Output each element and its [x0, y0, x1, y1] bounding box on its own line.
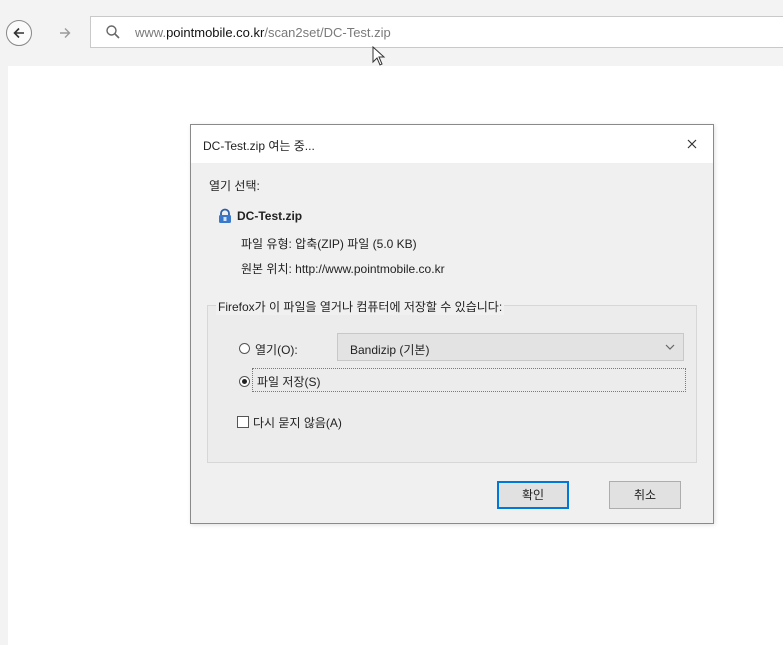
- dont-ask-label[interactable]: 다시 묻지 않음(A): [253, 414, 342, 431]
- file-source: 원본 위치: http://www.pointmobile.co.kr: [241, 262, 445, 276]
- file-type: 파일 유형: 압축(ZIP) 파일 (5.0 KB): [241, 237, 417, 251]
- url-domain: pointmobile.co.kr: [166, 25, 265, 40]
- chevron-down-icon: [665, 344, 675, 350]
- forward-arrow-icon: [60, 28, 71, 38]
- cancel-button[interactable]: 취소: [609, 481, 681, 509]
- url-bar[interactable]: www.pointmobile.co.kr/scan2set/DC-Test.z…: [90, 16, 783, 48]
- download-dialog: DC-Test.zip 여는 중... 열기 선택: DC-Test.zip 파…: [190, 124, 714, 524]
- url-path: /scan2set/DC-Test.zip: [264, 25, 391, 40]
- save-file-radio[interactable]: [239, 376, 250, 387]
- browser-toolbar: www.pointmobile.co.kr/scan2set/DC-Test.z…: [0, 0, 783, 66]
- dialog-titlebar: DC-Test.zip 여는 중...: [191, 125, 713, 163]
- mouse-cursor-icon: [372, 46, 386, 66]
- open-with-radio[interactable]: [239, 343, 250, 354]
- ok-button[interactable]: 확인: [497, 481, 569, 509]
- back-arrow-icon: [13, 27, 24, 39]
- dont-ask-checkbox[interactable]: [237, 416, 249, 428]
- open-with-label: 열기 선택:: [209, 179, 260, 193]
- back-button[interactable]: [6, 20, 32, 46]
- dialog-title: DC-Test.zip 여는 중...: [203, 139, 315, 153]
- forward-button[interactable]: [52, 20, 78, 46]
- open-with-app-select[interactable]: Bandizip (기본): [337, 333, 684, 361]
- url-prefix: www.: [135, 25, 167, 40]
- open-with-radio-label[interactable]: 열기(O):: [255, 341, 298, 358]
- url-text: www.pointmobile.co.kr/scan2set/DC-Test.z…: [135, 25, 391, 40]
- close-icon: [687, 139, 697, 149]
- archive-file-icon: [219, 208, 231, 223]
- open-with-app-value: Bandizip (기본): [350, 343, 430, 357]
- action-group: Firefox가 이 파일을 열거나 컴퓨터에 저장할 수 있습니다: 열기(O…: [207, 298, 697, 463]
- close-button[interactable]: [681, 133, 703, 155]
- search-icon: [106, 25, 120, 39]
- file-name: DC-Test.zip: [237, 209, 303, 223]
- save-file-radio-label[interactable]: 파일 저장(S): [257, 373, 321, 390]
- action-group-caption: Firefox가 이 파일을 열거나 컴퓨터에 저장할 수 있습니다:: [216, 298, 505, 315]
